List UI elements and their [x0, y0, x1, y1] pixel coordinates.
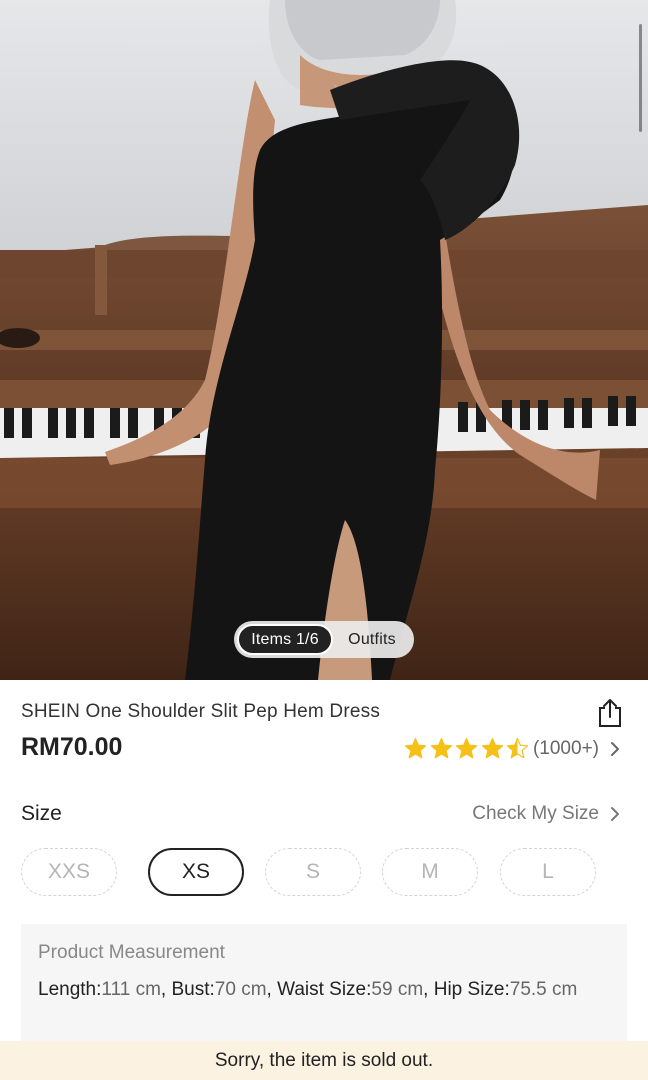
measure-key-length: Length:: [38, 979, 102, 1000]
measure-value-hip: 75.5 cm: [509, 979, 578, 1000]
measurement-text: Length:111 cm, Bust:70 cm, Waist Size:59…: [38, 979, 578, 1000]
size-option-m[interactable]: M: [382, 848, 478, 896]
gallery-tab-switch: Items 1/6 Outfits: [234, 621, 414, 658]
measurement-title: Product Measurement: [38, 942, 225, 963]
measure-key-hip: Hip Size:: [433, 979, 510, 1000]
chevron-right-icon: [611, 741, 619, 756]
size-option-xxs[interactable]: XXS: [21, 848, 117, 896]
product-photo: [0, 0, 648, 680]
share-icon[interactable]: [596, 698, 624, 728]
size-options: XXS XS S M L: [21, 848, 601, 898]
product-price: RM70.00: [21, 733, 123, 761]
size-label: Size: [21, 802, 62, 825]
star-icon: [456, 737, 478, 759]
tab-outfits[interactable]: Outfits: [333, 624, 411, 655]
measure-value-bust: 70 cm: [214, 979, 267, 1000]
rating-stars: [404, 737, 532, 760]
check-my-size-label: Check My Size: [472, 803, 599, 824]
star-icon: [507, 737, 529, 759]
star-icon: [430, 737, 453, 759]
measure-value-waist: 59 cm: [371, 979, 424, 1000]
measure-key-bust: Bust:: [171, 979, 215, 1000]
size-option-l[interactable]: L: [500, 848, 596, 896]
product-image[interactable]: [0, 0, 648, 680]
measure-key-waist: Waist Size:: [277, 979, 372, 1000]
star-icon: [405, 737, 427, 759]
measure-value-length: 111 cm: [101, 979, 161, 1000]
sold-out-banner: Sorry, the item is sold out.: [0, 1041, 648, 1080]
tab-items[interactable]: Items 1/6: [237, 624, 333, 655]
rating-summary[interactable]: (1000+): [404, 737, 621, 760]
image-scrollbar[interactable]: [639, 24, 642, 132]
product-title: SHEIN One Shoulder Slit Pep Hem Dress: [21, 701, 381, 722]
chevron-right-icon: [611, 807, 619, 821]
check-my-size-link[interactable]: Check My Size: [472, 803, 621, 825]
product-measurement-box: Product Measurement Length:111 cm, Bust:…: [21, 924, 627, 1054]
size-option-xs[interactable]: XS: [148, 848, 244, 896]
size-option-s[interactable]: S: [265, 848, 361, 896]
star-icon: [481, 737, 504, 759]
review-count: (1000+): [532, 737, 599, 759]
